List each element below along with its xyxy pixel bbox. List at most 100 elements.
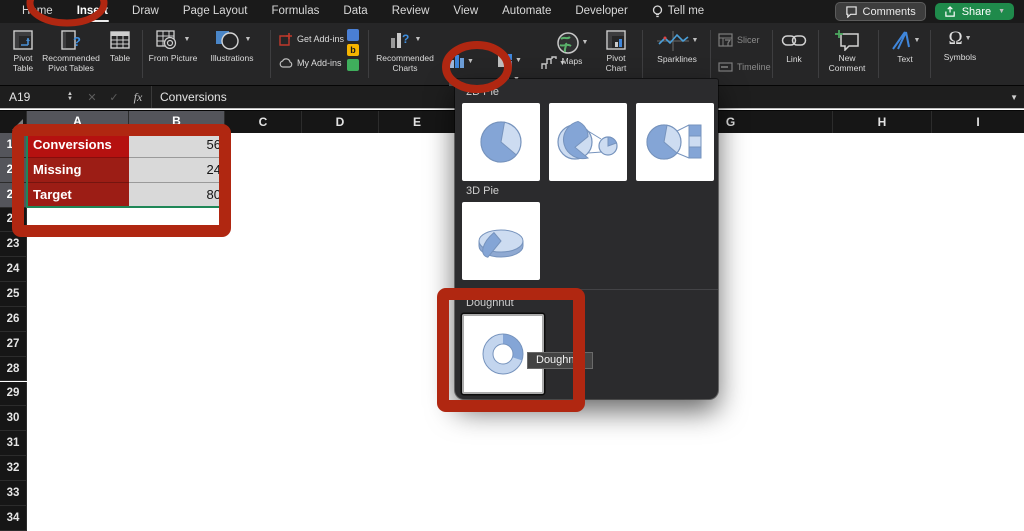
recommended-charts-label: Recommended Charts xyxy=(373,53,437,73)
row-header-23[interactable]: 23 xyxy=(0,232,27,257)
row-header-29[interactable]: 29 xyxy=(0,382,27,407)
chart-menu-section-doughnut: Doughnut xyxy=(455,289,718,314)
row-header-33[interactable]: 33 xyxy=(0,481,27,506)
my-addins-button[interactable]: My Add-ins ▼ xyxy=(279,57,354,69)
column-header-C[interactable]: C xyxy=(225,111,302,133)
recommended-pivot-tables-icon: ? xyxy=(61,28,81,52)
menu-tab-data[interactable]: Data xyxy=(331,0,379,23)
column-header-H[interactable]: H xyxy=(833,111,932,133)
column-header-I[interactable]: I xyxy=(932,111,1024,133)
row-header-34[interactable]: 34 xyxy=(0,506,27,531)
cancel-icon[interactable]: ✕ xyxy=(81,91,103,104)
column-chart-button[interactable]: ▼ xyxy=(449,54,474,69)
illustrations-button[interactable]: ▼ Illustrations xyxy=(200,28,264,63)
pivot-chart-button[interactable]: Pivot Chart xyxy=(595,28,637,73)
menu-tab-page-layout[interactable]: Page Layout xyxy=(171,0,260,23)
get-addins-button[interactable]: Get Add-ins xyxy=(279,32,344,46)
column-header-B[interactable]: B xyxy=(129,111,225,133)
comments-button[interactable]: Comments xyxy=(835,2,926,21)
addin-green-icon[interactable] xyxy=(347,59,359,71)
row-header-24[interactable]: 24 xyxy=(0,257,27,282)
link-label: Link xyxy=(786,54,802,64)
row-header-19[interactable]: 19 xyxy=(0,133,27,158)
chart-type-pie-3d[interactable] xyxy=(462,202,540,280)
recommended-charts-button[interactable]: ?▼ Recommended Charts xyxy=(373,28,437,73)
formula-bar-expand-icon[interactable]: ▼ xyxy=(1010,93,1024,102)
menu-tab-home[interactable]: Home xyxy=(10,0,65,23)
share-button[interactable]: Share ▼ xyxy=(935,3,1014,20)
menu-tab-tell-me[interactable]: Tell me xyxy=(640,0,716,23)
row-header-27[interactable]: 27 xyxy=(0,332,27,357)
menu-tab-label: Page Layout xyxy=(183,5,248,17)
select-all-corner[interactable] xyxy=(0,111,27,133)
maps-globe-icon: ▼ xyxy=(556,31,589,55)
menu-tab-draw[interactable]: Draw xyxy=(120,0,171,23)
menu-tab-developer[interactable]: Developer xyxy=(563,0,639,23)
my-addins-icon xyxy=(279,57,293,69)
row-header-21[interactable]: 21 xyxy=(0,183,27,208)
row-header-28[interactable]: 28 xyxy=(0,357,27,382)
row-header-25[interactable]: 25 xyxy=(0,282,27,307)
chevron-down-icon: ▼ xyxy=(914,37,921,45)
name-box[interactable]: A19 xyxy=(0,90,67,104)
column-header-D[interactable]: D xyxy=(302,111,379,133)
menu-tab-view[interactable]: View xyxy=(441,0,490,23)
menu-tab-label: Insert xyxy=(77,5,108,17)
menu-tab-insert[interactable]: Insert xyxy=(65,0,120,23)
row-header-26[interactable]: 26 xyxy=(0,307,27,332)
pivot-table-button[interactable]: Pivot Table xyxy=(4,28,42,73)
share-icon xyxy=(944,6,957,18)
menu-tab-formulas[interactable]: Formulas xyxy=(259,0,331,23)
slicer-label: Slicer xyxy=(737,35,760,45)
symbols-label: Symbols xyxy=(944,52,977,62)
maps-button[interactable]: ▼ Maps xyxy=(551,31,593,66)
column-header-E[interactable]: E xyxy=(379,111,456,133)
sparklines-button[interactable]: ▼ Sparklines xyxy=(648,29,706,64)
from-picture-button[interactable]: ▼ From Picture xyxy=(147,28,199,63)
column-header-A[interactable]: A xyxy=(27,111,129,133)
insert-function-icon[interactable]: fx xyxy=(125,90,151,105)
chart-type-bar-of-pie[interactable] xyxy=(636,103,714,181)
chart-type-pie-of-pie[interactable] xyxy=(549,103,627,181)
pie-chart-dropdown-menu: 2D Pie3D PieDoughnut xyxy=(455,79,718,399)
recommended-pivot-tables-button[interactable]: ? Recommended Pivot Tables xyxy=(40,28,102,73)
chevron-down-icon: ▼ xyxy=(245,36,252,44)
chevron-down-icon: ▼ xyxy=(467,58,474,65)
menu-bar: Home Insert Draw Page Layout FormulasDataRev… xyxy=(0,0,1024,23)
name-box-stepper[interactable]: ▲▼ xyxy=(67,92,81,103)
recommended-charts-icon: ?▼ xyxy=(389,28,422,52)
fill-handle[interactable] xyxy=(222,204,229,211)
row-header-22[interactable]: 22 xyxy=(0,208,27,233)
symbols-button[interactable]: Ω▼ Symbols xyxy=(936,27,984,62)
addin-blue-icon[interactable] xyxy=(347,29,359,41)
sparklines-label: Sparklines xyxy=(657,54,697,64)
menu-tab-review[interactable]: Review xyxy=(380,0,442,23)
row-header-31[interactable]: 31 xyxy=(0,431,27,456)
menu-tabs: Home Insert Draw Page Layout FormulasDataRev… xyxy=(10,0,716,23)
pivot-table-icon xyxy=(13,28,33,52)
row-header-20[interactable]: 20 xyxy=(0,158,27,183)
chevron-down-icon: ▼ xyxy=(184,36,191,44)
slicer-button[interactable]: Slicer xyxy=(718,33,760,47)
row-header-30[interactable]: 30 xyxy=(0,406,27,431)
row-header-32[interactable]: 32 xyxy=(0,456,27,481)
text-button[interactable]: ▼ Text xyxy=(884,29,926,64)
chart-type-pie[interactable] xyxy=(462,103,540,181)
addin-quick-icons: b xyxy=(347,29,359,71)
text-label: Text xyxy=(897,54,913,64)
pivot-chart-label: Pivot Chart xyxy=(595,53,637,73)
table-button[interactable]: Table xyxy=(102,28,138,63)
new-comment-button[interactable]: New Comment xyxy=(822,28,872,73)
menu-tab-automate[interactable]: Automate xyxy=(490,0,563,23)
timeline-icon xyxy=(718,61,733,73)
timeline-button[interactable]: Timeline xyxy=(718,61,771,73)
addin-bing-icon[interactable]: b xyxy=(347,44,359,56)
illustrations-label: Illustrations xyxy=(211,53,254,63)
confirm-icon[interactable]: ✓ xyxy=(103,91,125,104)
svg-text:?: ? xyxy=(73,34,81,49)
link-button[interactable]: Link xyxy=(776,29,812,64)
symbols-omega-icon: Ω▼ xyxy=(948,27,971,51)
illustrations-icon: ▼ xyxy=(213,28,252,52)
hierarchy-chart-button[interactable]: ▼ xyxy=(497,53,522,68)
selection-outline xyxy=(26,131,226,208)
